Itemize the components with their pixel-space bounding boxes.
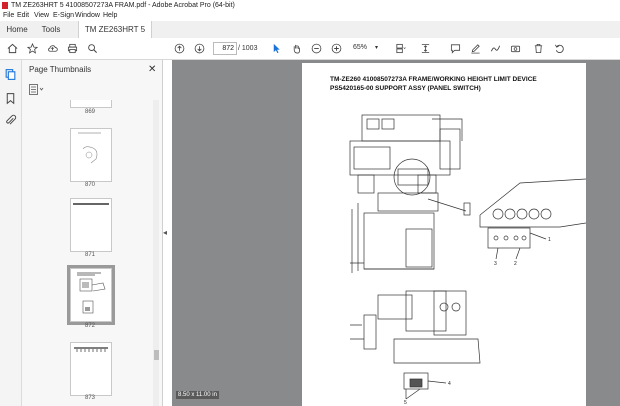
thumbnail-scrollbar[interactable] <box>153 100 159 406</box>
toolbar: 872 / 1003 65% ▾ <box>0 38 620 60</box>
hand-tool-icon[interactable] <box>290 42 303 55</box>
thumbnail-label: 873 <box>84 395 95 401</box>
callout-1: 1 <box>548 237 551 243</box>
collapse-panel-icon[interactable]: ◂ <box>163 228 171 240</box>
select-cursor-icon[interactable] <box>270 42 283 55</box>
callout-2: 2 <box>514 261 517 267</box>
find-icon[interactable] <box>86 42 99 55</box>
thumbnail-label: 869 <box>84 109 95 115</box>
thumbnails-icon[interactable] <box>4 68 17 81</box>
bookmarks-icon[interactable] <box>4 92 17 105</box>
delete-icon[interactable] <box>532 42 545 55</box>
document-title-line1: TM-ZE260 41008507273A FRAME/WORKING HEIG… <box>330 76 537 83</box>
previous-page-icon[interactable] <box>173 42 186 55</box>
callout-4: 4 <box>448 381 451 387</box>
thumbnail-label: 871 <box>84 252 95 258</box>
document-title: TM-ZE260 41008507273A FRAME/WORKING HEIG… <box>330 75 570 93</box>
next-page-icon[interactable] <box>193 42 206 55</box>
callout-5: 5 <box>404 400 407 406</box>
stamp-icon[interactable] <box>509 42 522 55</box>
thumbnail-scrollbar-thumb[interactable] <box>154 350 159 360</box>
tab-document[interactable]: TM ZE263HRT 5 41... × <box>78 21 152 51</box>
menu-window[interactable]: Window <box>75 11 100 21</box>
thumbnail-873[interactable] <box>70 342 112 396</box>
page-number-input[interactable]: 872 <box>213 42 237 55</box>
tab-tools[interactable]: Tools <box>36 21 66 38</box>
menu-help[interactable]: Help <box>103 11 117 21</box>
thumbnail-870[interactable] <box>70 128 112 182</box>
zoom-in-icon[interactable] <box>330 42 343 55</box>
upload-cloud-icon[interactable] <box>46 42 59 55</box>
thumbnail-label: 872 <box>84 323 95 329</box>
document-title-line2: PS5420165-00 SUPPORT ASSY (PANEL SWITCH) <box>330 85 481 92</box>
options-menu-icon[interactable] <box>29 84 45 95</box>
technical-drawing: 1 2 3 4 5 <box>349 114 586 406</box>
panel-title: Page Thumbnails <box>29 65 92 74</box>
page-display-icon[interactable] <box>394 42 407 55</box>
fit-page-icon[interactable] <box>419 42 432 55</box>
draw-icon[interactable] <box>489 42 502 55</box>
thumbnail-872[interactable] <box>67 265 115 325</box>
zoom-value: 65% <box>353 44 368 51</box>
zoom-out-icon[interactable] <box>310 42 323 55</box>
tab-home[interactable]: Home <box>2 21 32 38</box>
window-title: TM ZE263HRT 5 41008507273A FRAM.pdf - Ad… <box>11 2 235 9</box>
home-icon[interactable] <box>6 42 19 55</box>
callout-3: 3 <box>494 261 497 267</box>
attachments-icon[interactable] <box>4 114 17 127</box>
thumbnail-label: 870 <box>84 182 95 188</box>
zoom-level[interactable]: 65% ▾ <box>353 42 378 53</box>
print-icon[interactable] <box>66 42 79 55</box>
thumbnail-871[interactable] <box>70 198 112 252</box>
undo-icon[interactable] <box>553 42 566 55</box>
document-page: 1 2 3 4 5 <box>302 63 586 406</box>
chevron-down-icon: ▾ <box>374 45 378 51</box>
menu-bar: File Edit View E-Sign Window Help <box>0 11 620 21</box>
page-thumbnails-panel: Page Thumbnails ✕ 869 870 871 872 873 <box>22 60 163 406</box>
highlight-pen-icon[interactable] <box>469 42 482 55</box>
bookmark-star-icon[interactable] <box>26 42 39 55</box>
comment-icon[interactable] <box>449 42 462 55</box>
menu-esign[interactable]: E-Sign <box>53 11 74 21</box>
close-panel-icon[interactable]: ✕ <box>148 64 156 75</box>
title-bar: TM ZE263HRT 5 41008507273A FRAM.pdf - Ad… <box>0 0 620 11</box>
navigation-rail <box>0 60 22 406</box>
tab-bar: Home Tools TM ZE263HRT 5 41... × <box>0 21 620 51</box>
menu-edit[interactable]: Edit <box>17 11 29 21</box>
thumbnail-list: 869 870 871 872 873 <box>22 100 156 406</box>
page-total: / 1003 <box>238 45 258 52</box>
menu-view[interactable]: View <box>34 11 49 21</box>
acrobat-icon <box>2 2 8 9</box>
menu-file[interactable]: File <box>3 11 14 21</box>
thumbnail-869[interactable] <box>70 100 112 108</box>
page-size-indicator: 8.50 x 11.00 in <box>176 391 219 399</box>
